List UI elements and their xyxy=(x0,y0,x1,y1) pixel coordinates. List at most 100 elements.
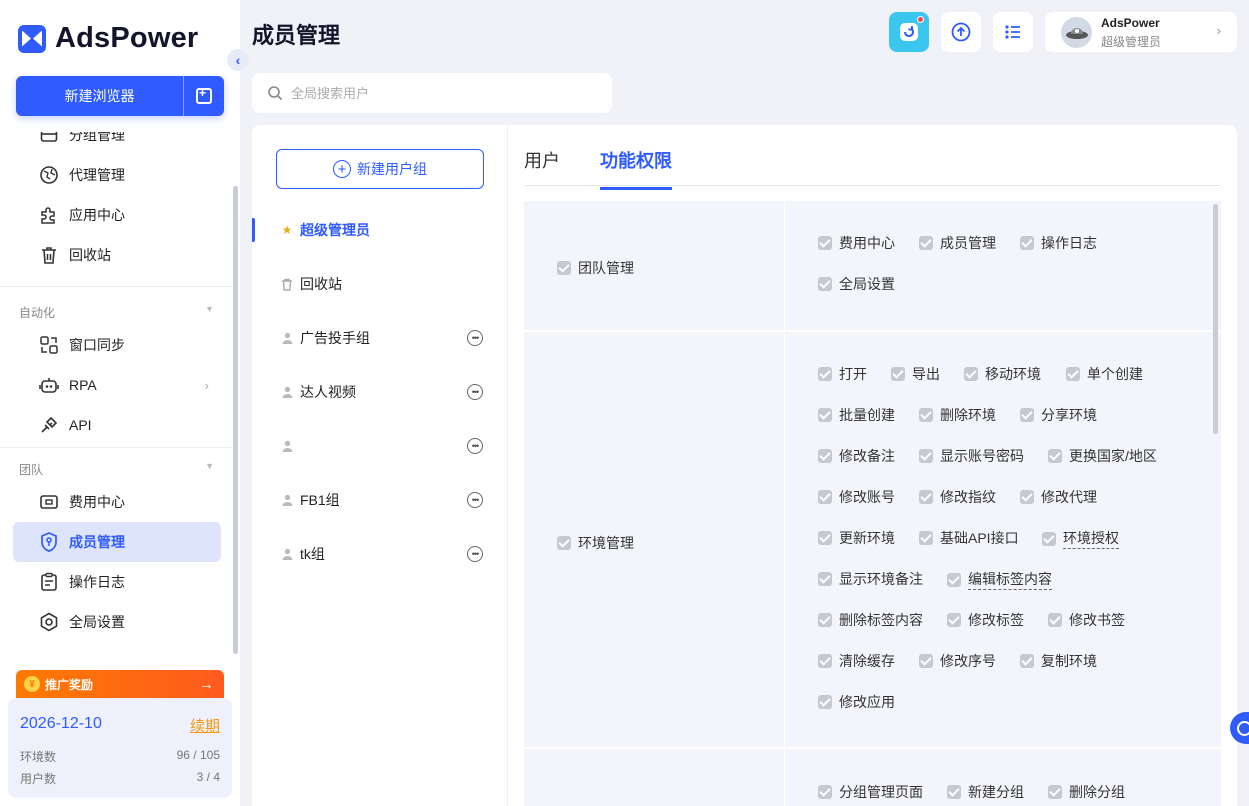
permission-checkbox[interactable]: 删除分组 xyxy=(1048,782,1125,802)
permission-checkbox[interactable]: 移动环境 xyxy=(964,364,1041,384)
permission-checkbox[interactable]: 清除缓存 xyxy=(818,651,895,671)
permission-checkbox[interactable]: 修改书签 xyxy=(1048,610,1125,630)
rpa-sync-button[interactable] xyxy=(889,12,929,52)
permission-checkbox[interactable]: 删除标签内容 xyxy=(818,610,923,630)
permission-label: 复制环境 xyxy=(1041,653,1097,669)
checkbox-checked-icon xyxy=(1066,367,1080,381)
permission-checkbox[interactable]: 更换国家/地区 xyxy=(1048,446,1157,466)
permission-checkbox[interactable]: 分享环境 xyxy=(1020,405,1097,425)
checkbox-checked-icon xyxy=(919,531,933,545)
permission-checkbox[interactable]: 修改指纹 xyxy=(919,487,996,507)
permission-checkbox[interactable]: 修改备注 xyxy=(818,446,895,466)
group-item[interactable]: tk组 ••• xyxy=(252,534,508,574)
task-list-button[interactable] xyxy=(993,12,1033,52)
sidebar-item-group-management[interactable]: 分组管理 xyxy=(13,132,221,155)
checkbox-checked-icon xyxy=(818,408,832,422)
checkbox-checked-icon xyxy=(818,490,832,504)
sidebar-scrollbar[interactable] xyxy=(233,186,238,654)
checkbox-checked-icon xyxy=(1020,490,1034,504)
new-user-group-button[interactable]: + 新建用户组 xyxy=(276,149,484,189)
permission-checkbox[interactable]: 编辑标签内容 xyxy=(947,569,1052,590)
sidebar-item-rpa[interactable]: RPA › xyxy=(13,365,221,405)
permission-category-label: 环境管理 xyxy=(578,535,634,551)
group-item[interactable]: FB1组 ••• xyxy=(252,480,508,520)
sidebar-item-proxy-management[interactable]: 代理管理 xyxy=(13,155,221,195)
group-item-super-admin[interactable]: ★ 超级管理员 xyxy=(252,210,508,250)
permission-checkbox[interactable]: 单个创建 xyxy=(1066,364,1143,384)
permission-checkbox[interactable]: 复制环境 xyxy=(1020,651,1097,671)
sidebar-item-app-center[interactable]: 应用中心 xyxy=(13,195,221,235)
page-title: 成员管理 xyxy=(252,23,341,48)
permission-checkbox[interactable]: 修改序号 xyxy=(919,651,996,671)
sidebar-item-member-management[interactable]: 成员管理 xyxy=(13,522,221,562)
permission-checkbox[interactable]: 成员管理 xyxy=(919,233,996,253)
permission-checkbox[interactable]: 操作日志 xyxy=(1020,233,1097,253)
permission-checkbox[interactable]: 显示账号密码 xyxy=(919,446,1024,466)
permission-checkbox[interactable]: 修改标签 xyxy=(947,610,1024,630)
group-item[interactable]: 广告投手组 ••• xyxy=(252,318,508,358)
permission-checkbox[interactable]: 修改代理 xyxy=(1020,487,1097,507)
permissions-scrollbar[interactable] xyxy=(1213,204,1218,434)
more-options-icon[interactable]: ••• xyxy=(467,492,483,508)
group-item[interactable]: 达人视频 ••• xyxy=(252,372,508,412)
permission-category-checkbox[interactable]: 环境管理 xyxy=(557,533,634,553)
upload-button[interactable] xyxy=(941,12,981,52)
sidebar-item-api[interactable]: API xyxy=(13,405,221,445)
more-options-icon[interactable]: ••• xyxy=(467,330,483,346)
more-options-icon[interactable]: ••• xyxy=(467,546,483,562)
promo-banner[interactable]: ¥ 推广奖励 → xyxy=(16,670,224,698)
new-user-group-label: 新建用户组 xyxy=(357,161,427,177)
checkbox-checked-icon xyxy=(818,785,832,799)
permission-checkbox[interactable]: 新建分组 xyxy=(947,782,1024,802)
brand-logo[interactable]: AdsPower xyxy=(18,22,198,55)
permission-checkbox[interactable]: 全局设置 xyxy=(818,274,895,294)
sidebar: AdsPower 新建浏览器 分组管理 代理管理 应用中心 xyxy=(0,0,240,806)
tab-permissions[interactable]: 功能权限 xyxy=(600,147,672,190)
permission-checkbox[interactable]: 环境授权 xyxy=(1042,528,1119,549)
user-icon xyxy=(280,440,294,452)
checkbox-checked-icon xyxy=(818,236,832,250)
group-item[interactable]: ••• xyxy=(252,426,508,466)
settings-icon xyxy=(38,611,60,633)
user-role: 超级管理员 xyxy=(1101,35,1162,49)
permission-checkbox[interactable]: 基础API接口 xyxy=(919,528,1019,548)
batch-add-button[interactable] xyxy=(184,76,224,116)
sidebar-item-billing[interactable]: 费用中心 xyxy=(13,482,221,522)
permission-checkbox[interactable]: 显示环境备注 xyxy=(818,569,923,589)
permission-checkbox[interactable]: 打开 xyxy=(818,364,867,384)
user-profile-card[interactable]: AdsPower 超级管理员 › xyxy=(1045,12,1237,52)
sidebar-item-operation-log[interactable]: 操作日志 xyxy=(13,562,221,602)
checkbox-checked-icon xyxy=(919,449,933,463)
permission-checkbox[interactable]: 导出 xyxy=(891,364,940,384)
sidebar-item-global-settings[interactable]: 全局设置 xyxy=(13,602,221,642)
permission-label: 删除标签内容 xyxy=(839,612,923,628)
section-team[interactable]: 团队 ▼ xyxy=(19,461,214,478)
more-options-icon[interactable]: ••• xyxy=(467,384,483,400)
new-browser-button-group: 新建浏览器 xyxy=(16,76,224,116)
group-label: FB1组 xyxy=(300,492,340,508)
more-options-icon[interactable]: ••• xyxy=(467,438,483,454)
checkbox-checked-icon xyxy=(1020,236,1034,250)
sidebar-item-window-sync[interactable]: 窗口同步 xyxy=(13,325,221,365)
search-input[interactable] xyxy=(291,85,591,101)
collapse-sidebar-button[interactable]: ‹ xyxy=(227,49,249,71)
new-browser-button[interactable]: 新建浏览器 xyxy=(16,76,184,116)
permission-label: 修改备注 xyxy=(839,448,895,464)
permission-category-checkbox[interactable]: 团队管理 xyxy=(557,258,634,278)
permission-checkbox[interactable]: 更新环境 xyxy=(818,528,895,548)
permission-row-environment: 环境管理 打开 导出 移动环境 单个创建 批量创建 删除环境 分享环境 修改备注… xyxy=(524,332,1221,748)
tab-users[interactable]: 用户 xyxy=(524,147,560,187)
sidebar-item-label: 回收站 xyxy=(69,247,111,263)
permission-checkbox[interactable]: 分组管理页面 xyxy=(818,782,923,802)
section-automation[interactable]: 自动化 ▼ xyxy=(19,304,214,321)
permission-checkbox[interactable]: 修改账号 xyxy=(818,487,895,507)
renew-link[interactable]: 续期 xyxy=(190,715,220,736)
group-label: tk组 xyxy=(300,546,325,562)
sidebar-item-recycle-bin[interactable]: 回收站 xyxy=(13,235,221,275)
permission-checkbox[interactable]: 删除环境 xyxy=(919,405,996,425)
checkbox-checked-icon xyxy=(919,490,933,504)
group-item-recycle-bin[interactable]: 回收站 xyxy=(252,264,508,304)
permission-checkbox[interactable]: 修改应用 xyxy=(818,692,895,712)
permission-checkbox[interactable]: 批量创建 xyxy=(818,405,895,425)
permission-checkbox[interactable]: 费用中心 xyxy=(818,233,895,253)
